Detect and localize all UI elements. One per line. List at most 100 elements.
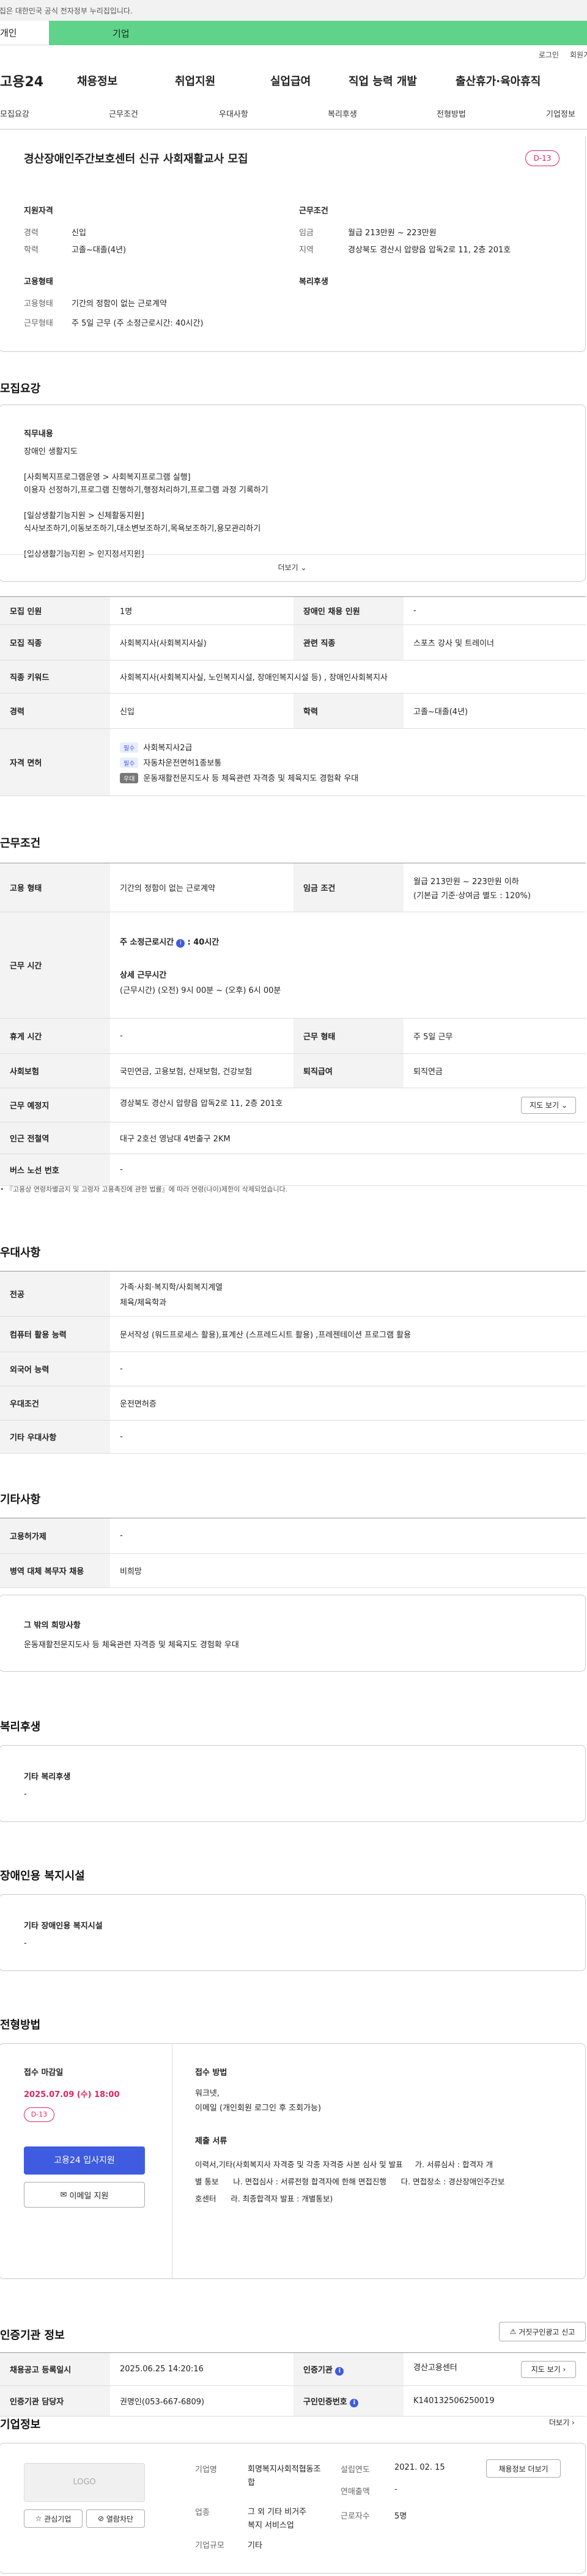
hours-label: 근무형태 — [24, 319, 53, 328]
tab-company-label: 기업 — [113, 27, 130, 39]
duty-line — [24, 458, 268, 471]
time-week: 주 소정근로시간 i : 40시간 — [120, 935, 576, 948]
cell-value: 체육/체육학과 — [120, 1298, 167, 1308]
cell-value: - — [110, 1154, 586, 1186]
tab-apply[interactable]: 전형방법 — [437, 108, 466, 119]
etc-box: 그 밖의 희망사항 운동재활전문지도사 등 체육관련 자격증 및 체육지도 경험… — [0, 1595, 586, 1672]
duty-line: [일상생활기능지원 > 신체활동지원] — [24, 511, 144, 521]
tab-pref[interactable]: 우대사항 — [219, 108, 248, 119]
cell-value: 퇴직연금 — [404, 1053, 586, 1088]
license-name: 사회복지사2급 — [143, 744, 193, 753]
company-more-link[interactable]: 더보기 › — [549, 2417, 575, 2428]
cell-value: 신입 — [110, 693, 294, 729]
company-title: 기업정보 — [0, 2418, 41, 2431]
cell-value: 문서작성 (워드프로세스 활용),표계산 (스프레드시트 활용) ,프레젠테이션… — [110, 1316, 586, 1352]
info-icon[interactable]: i — [176, 939, 185, 948]
industry-label: 업종 — [195, 2508, 210, 2517]
star-icon: ☆ — [35, 2514, 42, 2523]
audience-tabs: 개인 기업 — [0, 21, 587, 45]
util-links: 로그인 회원가입 — [0, 45, 587, 64]
favorite-button[interactable]: ☆ 관심기업 — [24, 2509, 83, 2528]
duty-line: 식사보조하기,이동보조하기,대소변보조하기,목욕보조하기,용모관리하기 — [24, 524, 261, 533]
license-name: 자동차운전면허1종보통 — [143, 759, 222, 768]
welfare-box-title: 기타 복리후생 — [24, 1773, 71, 1782]
duty-line — [24, 535, 268, 548]
duty-line — [24, 497, 268, 510]
mail-icon: ✉ — [60, 2190, 67, 2200]
agency-cell: 경산고용센터 지도 보기 › — [404, 2352, 586, 2386]
map-button[interactable]: 지도 보기 ⌄ — [521, 1096, 576, 1114]
tab-company[interactable]: 기업 — [49, 21, 587, 45]
tab-welfare[interactable]: 복리후생 — [328, 108, 357, 119]
hours-value: 주 5일 근무 (주 소정근로시간: 40시간) — [72, 319, 204, 328]
deadline-value: 2025.07.09 (수) 18:00 — [24, 2090, 120, 2099]
tab-personal[interactable]: 개인 — [0, 21, 49, 45]
map-button-label: 지도 보기 — [530, 1101, 559, 1110]
method-line: 이메일 (개인회원 로그인 후 조회가능) — [195, 2104, 322, 2113]
cell-header: 인근 전철역 — [0, 1122, 110, 1154]
gnb-unemployment[interactable]: 실업급여 — [270, 73, 311, 89]
company-jobs-button[interactable]: 채용정보 더보기 — [486, 2459, 561, 2478]
gnb-jobs[interactable]: 채용정보 — [77, 73, 117, 89]
cell-header: 근무 형태 — [294, 1018, 404, 1054]
size-label: 기업규모 — [195, 2541, 224, 2550]
duty-more-button[interactable]: 더보기 ⌄ — [0, 554, 585, 581]
info-icon[interactable]: i — [335, 2366, 344, 2376]
place-cell: 경상북도 경산시 압량읍 압독2로 11, 2층 201호 지도 보기 ⌄ — [110, 1088, 586, 1122]
cell-header: 고용 형태 — [0, 863, 110, 912]
edu-value: 고졸~대졸(4년) — [72, 246, 127, 255]
duty-box: 직무내용 장애인 생활지도 [사회복지프로그램운영 > 사회복지프로그램 실행] 이… — [0, 404, 586, 582]
docs-line: 호센터 라. 최종합격자 발표 : 개별통보) — [195, 2194, 333, 2203]
method-title: 접수 방법 — [195, 2068, 227, 2077]
chevron-right-icon: › — [571, 2418, 575, 2427]
cell-header: 구인인증번호 i — [294, 2385, 404, 2417]
duty-more-label: 더보기 — [278, 563, 298, 572]
cell-header: 전공 — [0, 1271, 110, 1317]
wage-label: 임금 — [299, 229, 314, 238]
cell-value: 권명인(053-667-6809) — [110, 2385, 294, 2417]
chevron-down-icon: ⌄ — [300, 563, 307, 572]
gov-banner-text: 이 누리집은 대한민국 공식 전자정부 누리집입니다. — [0, 7, 133, 15]
cell-value: 주 5일 근무 — [404, 1018, 586, 1054]
wage-cell: 월급 213만원 ~ 223만원 이하 (기본급 기준·상여금 별도 : 120%… — [404, 863, 586, 912]
agency-map-button[interactable]: 지도 보기 › — [521, 2360, 576, 2378]
cell-header: 고용허가제 — [0, 1518, 110, 1554]
cell-value: 경산고용센터 — [413, 2363, 457, 2373]
work-title: 근무조건 — [0, 837, 41, 850]
name-label: 기업명 — [195, 2465, 217, 2475]
block-button[interactable]: ⊘ 열람차단 — [86, 2509, 145, 2528]
login-link[interactable]: 로그인 — [539, 49, 559, 60]
time-detail: (근무시간) (오전) 9시 00분 ~ (오후) 6시 00분 — [120, 986, 281, 995]
cell-header: 채용공고 등록일시 — [0, 2352, 110, 2386]
gnb-leave[interactable]: 출산휴가·육아휴직 — [456, 73, 541, 89]
disabled-title: 장애인용 복지시설 — [0, 1870, 85, 1883]
logo[interactable]: 고용24 — [0, 71, 43, 90]
cell-value: 비희망 — [110, 1553, 586, 1588]
cell-value: - — [110, 1018, 294, 1054]
tab-company-info[interactable]: 기업정보 — [546, 108, 575, 119]
welfare-box-text: - — [24, 1790, 27, 1799]
info-icon[interactable]: i — [350, 2398, 359, 2407]
gnb-training[interactable]: 직업 능력 개발 — [349, 73, 417, 89]
cell-header: 병역 대체 복무자 채용 — [0, 1553, 110, 1588]
emp-value: 5명 — [394, 2512, 407, 2521]
cell-header-label: 구인인증번호 — [303, 2397, 347, 2407]
cell-value: - — [110, 1518, 586, 1554]
report-button[interactable]: ⚠ 거짓구인광고 신고 — [499, 2322, 586, 2341]
apply-button[interactable]: 고용24 입사지원 — [24, 2146, 145, 2175]
cell-value: 2025.06.25 14:20:16 — [110, 2352, 294, 2386]
gnb-employment[interactable]: 취업지원 — [175, 73, 215, 89]
job-title: 경산장애인주간보호센터 신규 사회재활교사 모집 — [24, 153, 248, 166]
tab-work[interactable]: 근무조건 — [109, 108, 138, 119]
cell-header: 근무 예정지 — [0, 1088, 110, 1122]
agency-table: 채용공고 등록일시 2025.06.25 14:20:16 인증기관 i 경산고용센터… — [0, 2352, 586, 2417]
career-value: 신입 — [72, 229, 86, 238]
block-label: 열람차단 — [106, 2514, 134, 2523]
email-apply-button[interactable]: ✉ 이메일 지원 — [24, 2182, 145, 2208]
emp-heading: 고용형태 — [24, 277, 53, 287]
signup-link[interactable]: 회원가입 — [570, 49, 587, 60]
cell-header: 직종 키워드 — [0, 660, 110, 693]
industry-line: 복지 서비스업 — [248, 2521, 294, 2530]
cell-header: 학력 — [294, 693, 404, 729]
tab-recruit[interactable]: 모집요강 — [0, 108, 29, 119]
